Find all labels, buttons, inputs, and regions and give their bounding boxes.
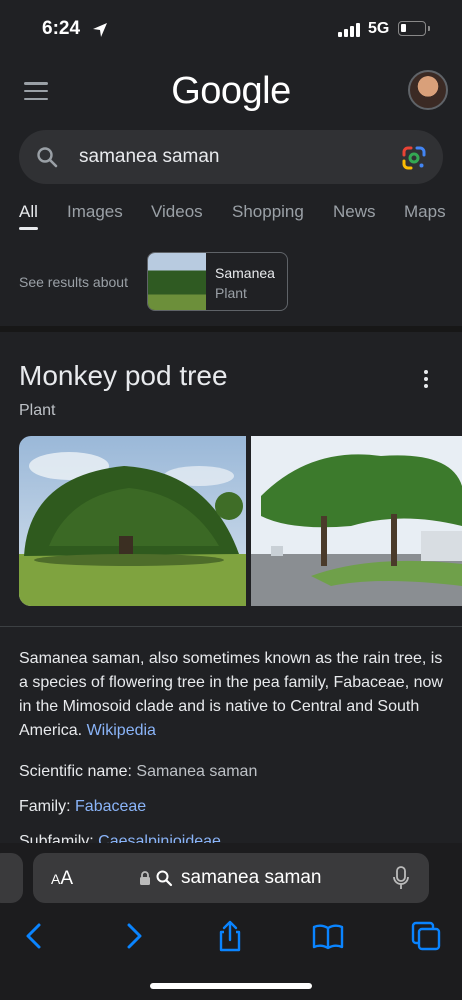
- tab-images[interactable]: Images: [67, 202, 123, 222]
- search-icon: [156, 870, 173, 887]
- section-divider: [0, 326, 462, 332]
- network-type: 5G: [368, 20, 390, 37]
- battery-icon: [398, 21, 430, 36]
- tree-image-2-graphic: [251, 436, 462, 606]
- more-options-icon[interactable]: [418, 370, 434, 390]
- tree-image-2[interactable]: [251, 436, 462, 606]
- location-arrow-icon: [93, 23, 107, 37]
- status-time: 6:24: [42, 18, 81, 39]
- tab-all[interactable]: All: [19, 202, 38, 222]
- google-logo[interactable]: Google: [0, 70, 462, 113]
- tab-shopping[interactable]: Shopping: [232, 202, 304, 222]
- bookmarks-icon[interactable]: [311, 919, 345, 953]
- account-avatar[interactable]: [408, 70, 448, 110]
- address-bar[interactable]: AA samanea saman: [33, 853, 429, 903]
- tab-news[interactable]: News: [333, 202, 376, 222]
- entity-chip-samanea[interactable]: Samanea Plant: [147, 252, 288, 311]
- fact-value: Samanea saman: [136, 763, 258, 780]
- tree-image-1-graphic: [19, 436, 246, 606]
- content-divider: [0, 626, 462, 627]
- wikipedia-link[interactable]: Wikipedia: [87, 722, 156, 739]
- knowledge-panel-subtitle: Plant: [19, 402, 56, 419]
- fact-label: Family:: [19, 798, 71, 815]
- address-bar-text[interactable]: samanea saman: [181, 867, 321, 889]
- lock-icon: [140, 871, 150, 885]
- back-icon[interactable]: [17, 919, 51, 953]
- previous-tab-card[interactable]: [0, 853, 23, 903]
- forward-icon[interactable]: [117, 919, 151, 953]
- fact-label: Scientific name:: [19, 763, 132, 780]
- tab-videos[interactable]: Videos: [151, 202, 203, 222]
- entity-chip-title: Samanea: [215, 265, 275, 281]
- active-tab-indicator: [19, 227, 38, 230]
- fact-family: Family: Fabaceae: [19, 798, 146, 816]
- tree-image-1[interactable]: [19, 436, 246, 606]
- fact-scientific-name: Scientific name: Samanea saman: [19, 763, 257, 781]
- google-lens-icon[interactable]: [401, 145, 427, 171]
- tab-maps[interactable]: Maps: [404, 202, 446, 222]
- search-input[interactable]: samanea saman: [79, 146, 219, 168]
- safari-toolbar: AA samanea saman: [0, 843, 462, 1000]
- family-link[interactable]: Fabaceae: [75, 798, 146, 815]
- reader-settings-button[interactable]: AA: [51, 868, 73, 890]
- status-bar: 6:24 5G: [0, 0, 462, 56]
- knowledge-panel-description: Samanea saman, also sometimes known as t…: [19, 647, 449, 743]
- microphone-icon[interactable]: [393, 866, 409, 890]
- search-tabs: All Images Videos Shopping News Maps: [0, 202, 462, 234]
- see-results-label: See results about: [19, 274, 128, 290]
- home-indicator[interactable]: [150, 983, 312, 989]
- search-box[interactable]: samanea saman: [19, 130, 443, 184]
- cell-signal-icon: [338, 22, 360, 37]
- tabs-icon[interactable]: [409, 919, 443, 953]
- knowledge-panel-title: Monkey pod tree: [19, 360, 228, 391]
- description-text: Samanea saman, also sometimes known as t…: [19, 650, 443, 739]
- share-icon[interactable]: [213, 919, 247, 953]
- entity-thumbnail: [148, 253, 206, 310]
- entity-chip-subtitle: Plant: [215, 285, 247, 301]
- search-icon[interactable]: [35, 145, 59, 169]
